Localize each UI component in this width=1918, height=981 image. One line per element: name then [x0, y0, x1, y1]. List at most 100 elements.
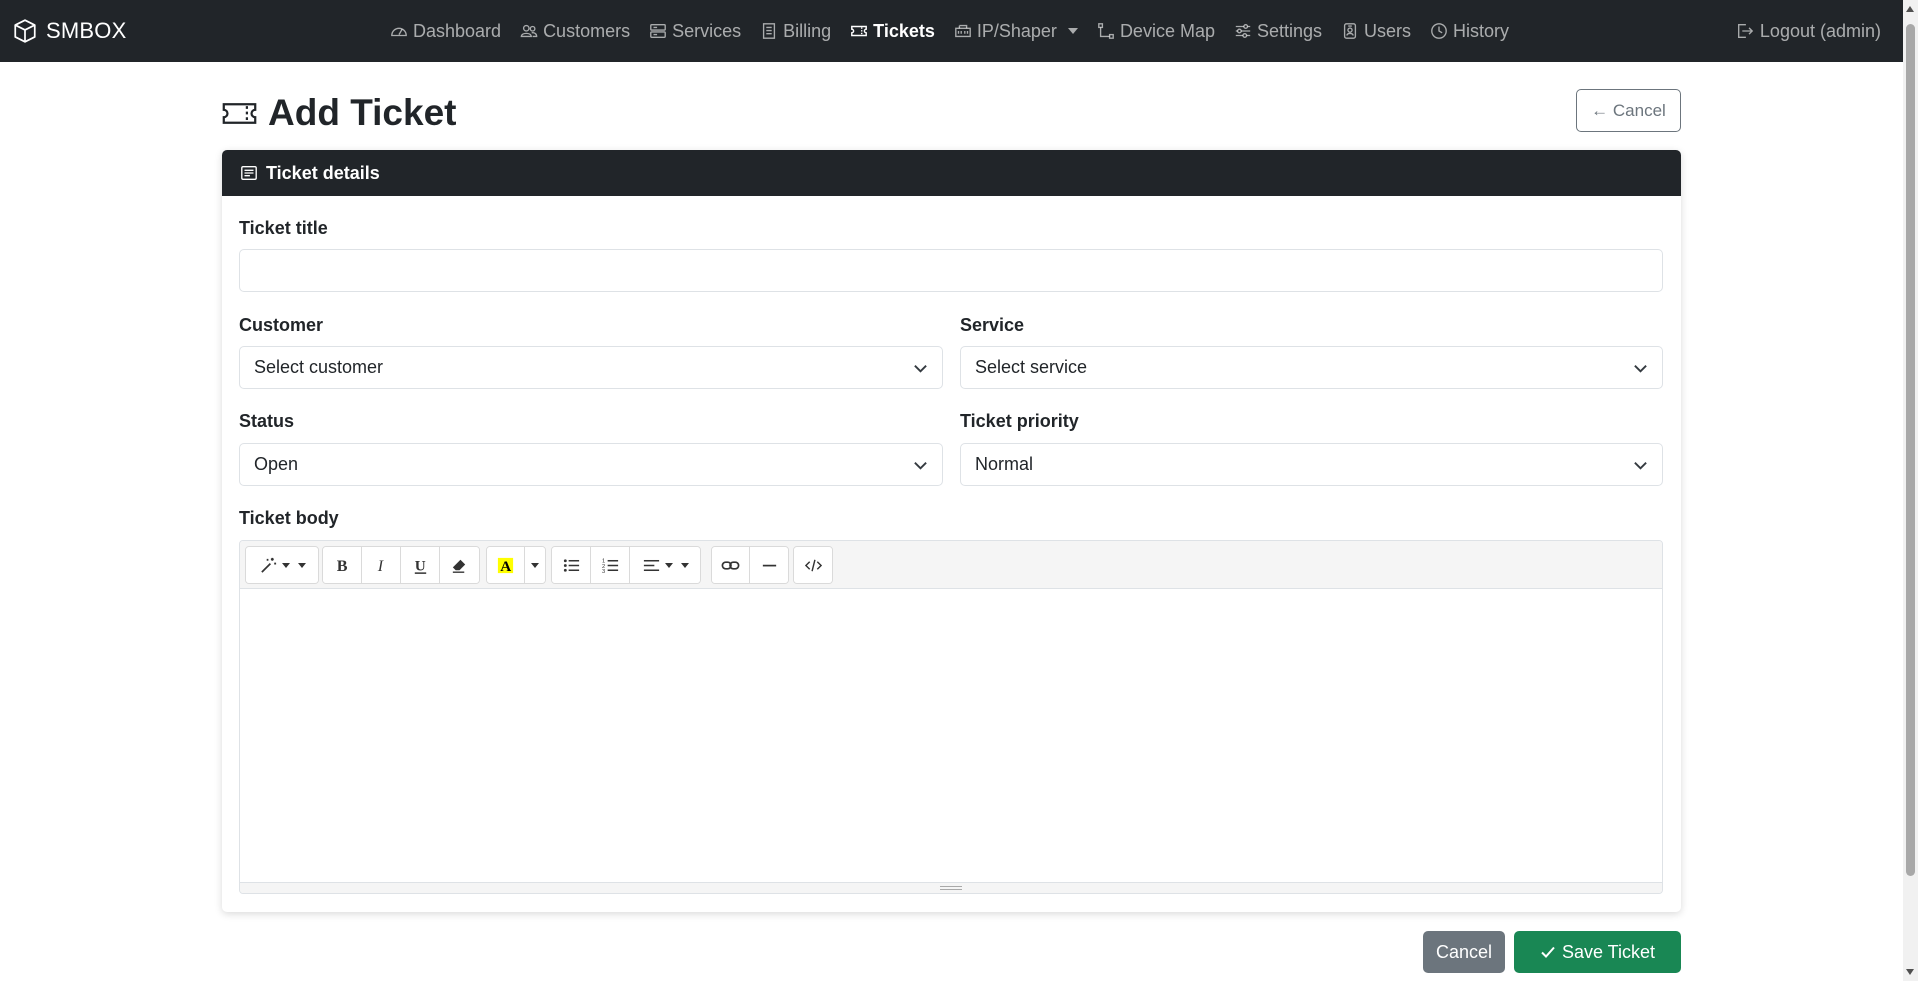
nav-ip-shaper[interactable]: IP/Shaper	[954, 21, 1078, 42]
server-icon	[650, 24, 666, 38]
ordered-list-button[interactable]: 1 2 3	[591, 547, 630, 583]
toolbar-group-list: 1 2 3	[551, 546, 701, 584]
chevron-down-icon	[1634, 462, 1647, 470]
logout-label: Logout (admin)	[1759, 20, 1881, 41]
chevron-down-icon	[1634, 365, 1647, 373]
ticket-title-input[interactable]	[239, 249, 1663, 292]
text-color-dropdown[interactable]	[525, 547, 545, 583]
ticket-details-card: Ticket details Ticket title Customer Sel…	[222, 150, 1681, 912]
chevron-down-icon	[680, 562, 689, 568]
underline-icon: U	[414, 557, 426, 574]
status-select[interactable]: Open	[239, 443, 943, 486]
card-text-icon	[241, 166, 257, 180]
bold-button[interactable]: B	[323, 547, 362, 583]
editor-content-area[interactable]	[240, 589, 1662, 883]
diagram-icon	[1098, 23, 1114, 39]
nav-tickets[interactable]: Tickets	[850, 21, 935, 42]
nav-device-map[interactable]: Device Map	[1097, 21, 1215, 42]
save-ticket-label: Save Ticket	[1561, 941, 1656, 962]
nav-settings[interactable]: Settings	[1234, 21, 1322, 42]
customer-select[interactable]: Select customer	[239, 346, 943, 389]
nav-label: Settings	[1256, 20, 1323, 41]
service-select[interactable]: Select service	[960, 346, 1663, 389]
link-icon	[721, 560, 740, 570]
main-nav: Dashboard Customers Services Billing Tic…	[390, 0, 1509, 62]
page-scrollbar[interactable]	[1903, 0, 1918, 981]
cancel-button[interactable]: Cancel	[1423, 931, 1505, 973]
code-view-button[interactable]	[794, 547, 832, 583]
chevron-down-icon	[1067, 28, 1078, 34]
style-dropdown-button[interactable]	[246, 547, 318, 583]
logout-link[interactable]: Logout (admin)	[1736, 0, 1881, 62]
save-ticket-button[interactable]: Save Ticket	[1514, 931, 1681, 973]
toolbar-group-color: A	[486, 546, 546, 584]
chevron-down-icon	[531, 562, 539, 568]
nav-services[interactable]: Services	[649, 21, 741, 42]
status-label: Status	[239, 411, 295, 431]
bold-icon: B	[336, 558, 347, 575]
nav-users[interactable]: Users	[1341, 21, 1411, 42]
receipt-icon	[763, 23, 776, 39]
nav-label: Tickets	[873, 20, 935, 41]
list-ol-icon: 1 2 3	[601, 558, 618, 575]
scroll-up-arrow-icon[interactable]	[1906, 6, 1914, 12]
sliders-icon	[1235, 24, 1251, 38]
eraser-icon	[452, 559, 466, 573]
customer-select-value: Select customer	[254, 357, 384, 377]
priority-select[interactable]: Normal	[960, 443, 1663, 486]
chevron-down-icon	[914, 365, 927, 373]
svg-text:B: B	[336, 558, 347, 575]
person-badge-icon	[1343, 23, 1357, 39]
page-title: Add Ticket	[221, 88, 456, 138]
nav-label: History	[1453, 20, 1510, 41]
brand-logo[interactable]: SMBOX	[12, 0, 126, 62]
editor-toolbar: B I U A 1 2 3	[240, 541, 1662, 589]
chevron-down-icon	[281, 562, 290, 568]
nav-history[interactable]: History	[1430, 21, 1509, 42]
box-arrow-right-icon	[1737, 24, 1754, 38]
code-icon	[804, 559, 822, 571]
text-color-button[interactable]: A	[487, 547, 525, 583]
unordered-list-button[interactable]	[552, 547, 591, 583]
chevron-down-icon	[297, 562, 306, 568]
customer-label: Customer	[239, 315, 324, 335]
page-title-text: Add Ticket	[268, 92, 457, 133]
insert-link-button[interactable]	[712, 547, 750, 583]
scrollbar-thumb[interactable]	[1906, 24, 1915, 876]
nav-billing[interactable]: Billing	[760, 21, 831, 42]
scroll-down-arrow-icon[interactable]	[1906, 969, 1914, 975]
rich-text-editor: B I U A 1 2 3	[239, 540, 1663, 894]
align-left-icon	[643, 559, 659, 571]
card-header-title: Ticket details	[266, 162, 380, 183]
ticket-title-label: Ticket title	[239, 218, 328, 238]
minus-icon	[762, 564, 776, 566]
nav-label: Device Map	[1119, 20, 1215, 41]
ticket-icon	[222, 102, 257, 124]
nav-dashboard[interactable]: Dashboard	[390, 21, 501, 42]
svg-text:A: A	[500, 558, 511, 575]
editor-resize-handle[interactable]	[240, 882, 1662, 893]
ticket-icon	[851, 25, 868, 37]
clear-format-button[interactable]	[440, 547, 479, 583]
ticket-body-label: Ticket body	[239, 508, 339, 528]
svg-text:U: U	[414, 557, 425, 574]
magic-wand-icon	[260, 557, 276, 573]
cancel-top-button[interactable]: ← Cancel	[1576, 89, 1681, 132]
ethernet-icon	[955, 24, 971, 38]
svg-text:I: I	[376, 558, 383, 575]
toolbar-group-font: B I U	[322, 546, 480, 584]
grip-icon	[940, 886, 962, 890]
nav-label: Services	[672, 20, 742, 41]
box-icon	[14, 19, 36, 43]
nav-customers[interactable]: Customers	[520, 21, 630, 42]
italic-icon: I	[376, 558, 383, 575]
underline-button[interactable]: U	[401, 547, 440, 583]
toolbar-group-style	[245, 546, 319, 584]
horizontal-rule-button[interactable]	[750, 547, 788, 583]
list-ul-icon	[563, 558, 579, 572]
card-header: Ticket details	[222, 150, 1681, 196]
italic-button[interactable]: I	[362, 547, 401, 583]
top-navbar: SMBOX Dashboard Customers Services Billi…	[0, 0, 1903, 62]
priority-label: Ticket priority	[960, 411, 1079, 431]
paragraph-align-dropdown[interactable]	[630, 547, 700, 583]
